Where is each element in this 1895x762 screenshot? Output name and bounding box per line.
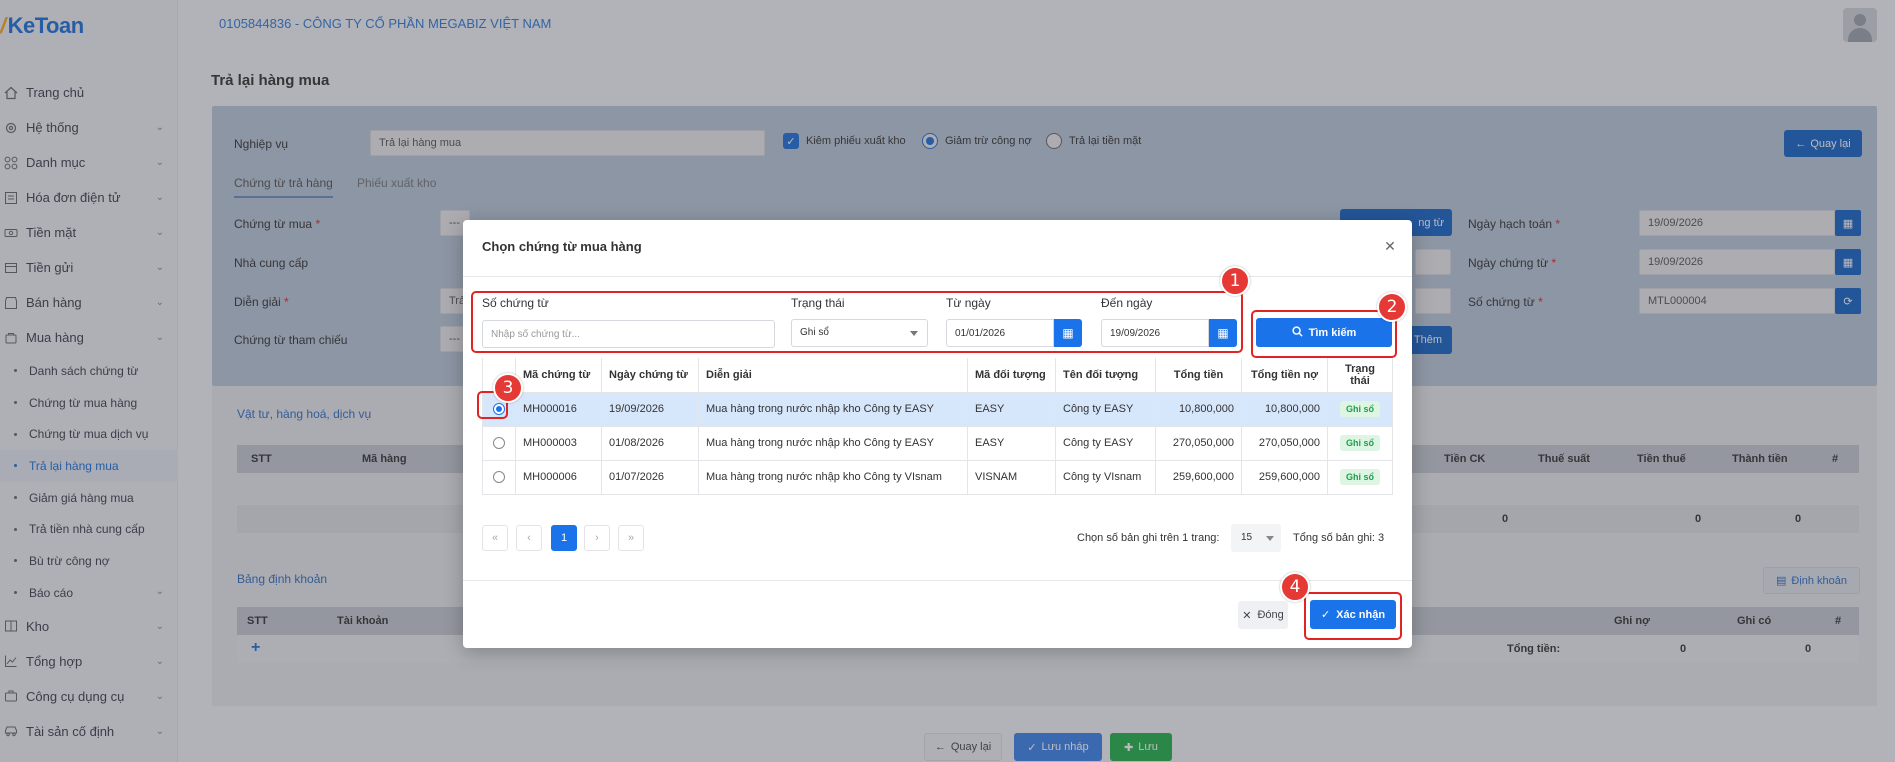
total-records-label: Tổng số bản ghi: [1293, 532, 1375, 544]
col-tong-tien: Tổng tiền [1155, 358, 1242, 393]
table-row[interactable]: MH000016 19/09/2026 Mua hàng trong nước … [482, 392, 1393, 427]
cell-ten-dt: Công ty EASY [1055, 392, 1156, 427]
modal-title: Chọn chứng từ mua hàng [482, 239, 642, 254]
total-records: Tổng số bản ghi: 3 [1293, 532, 1384, 544]
cell-ma-dt: VISNAM [967, 460, 1056, 495]
row-radio[interactable] [493, 437, 505, 450]
table-row[interactable]: MH000003 01/08/2026 Mua hàng trong nước … [482, 426, 1393, 461]
cell-ngay: 19/09/2026 [601, 392, 699, 427]
annotation-marker-1: 1 [1220, 266, 1250, 296]
col-ma-doi-tuong: Mã đối tượng [967, 358, 1056, 393]
total-records-value: 3 [1378, 532, 1385, 544]
cell-trang-thai: Ghi sổ [1327, 426, 1393, 461]
first-page-button[interactable]: « [482, 525, 508, 551]
cell-tong: 10,800,000 [1155, 392, 1242, 427]
cell-dien-giai: Mua hàng trong nước nhập kho Công ty EAS… [698, 392, 968, 427]
cell-ma: MH000006 [515, 460, 602, 495]
caret-down-icon [1266, 536, 1274, 541]
cell-no: 259,600,000 [1241, 460, 1328, 495]
select-voucher-modal: Chọn chứng từ mua hàng ✕ Số chứng từ Nhậ… [463, 220, 1412, 648]
annotation-marker-4: 4 [1280, 572, 1310, 602]
row-select-cell[interactable] [482, 426, 516, 461]
cell-ma-dt: EASY [967, 426, 1056, 461]
status-badge: Ghi sổ [1339, 401, 1380, 417]
annotation-box-confirm [1304, 592, 1402, 640]
close-button-label: Đóng [1257, 609, 1284, 621]
col-tong-tien-no: Tổng tiền nợ [1241, 358, 1328, 393]
row-radio[interactable] [493, 471, 505, 484]
cell-ten-dt: Công ty VIsnam [1055, 460, 1156, 495]
col-dien-giai: Diễn giải [698, 358, 968, 393]
next-page-button[interactable]: › [584, 525, 610, 551]
modal-footer-divider [463, 580, 1412, 581]
status-badge: Ghi sổ [1339, 469, 1380, 485]
col-ngay-chung-tu: Ngày chứng từ [601, 358, 699, 393]
voucher-table: Mã chứng từ Ngày chứng từ Diễn giải Mã đ… [482, 358, 1393, 495]
voucher-table-header: Mã chứng từ Ngày chứng từ Diễn giải Mã đ… [482, 358, 1393, 393]
cell-tong: 270,050,000 [1155, 426, 1242, 461]
cell-trang-thai: Ghi sổ [1327, 392, 1393, 427]
modal-divider [463, 276, 1412, 277]
cell-no: 10,800,000 [1241, 392, 1328, 427]
cell-tong: 259,600,000 [1155, 460, 1242, 495]
cell-ngay: 01/08/2026 [601, 426, 699, 461]
per-page-label: Chọn số bản ghi trên 1 trang: [1077, 532, 1220, 544]
status-badge: Ghi sổ [1339, 435, 1380, 451]
cell-dien-giai: Mua hàng trong nước nhập kho Công ty VIs… [698, 460, 968, 495]
prev-page-button[interactable]: ‹ [516, 525, 542, 551]
col-ma-chung-tu: Mã chứng từ [515, 358, 602, 393]
annotation-box-filters [471, 291, 1243, 353]
cell-ngay: 01/07/2026 [601, 460, 699, 495]
annotation-marker-2: 2 [1377, 292, 1407, 322]
last-page-button[interactable]: » [618, 525, 644, 551]
page-button[interactable]: 1 [551, 525, 577, 551]
annotation-marker-3: 3 [493, 373, 523, 403]
per-page-select[interactable]: 15 [1231, 524, 1281, 552]
col-trang-thai: Trạng thái [1327, 358, 1393, 393]
per-page-value: 15 [1241, 532, 1253, 543]
table-row[interactable]: MH000006 01/07/2026 Mua hàng trong nước … [482, 460, 1393, 495]
col-ten-doi-tuong: Tên đối tượng [1055, 358, 1156, 393]
cell-ma: MH000016 [515, 392, 602, 427]
cell-trang-thai: Ghi sổ [1327, 460, 1393, 495]
cell-ma-dt: EASY [967, 392, 1056, 427]
cell-no: 270,050,000 [1241, 426, 1328, 461]
close-icon: ✕ [1242, 609, 1252, 622]
cell-ten-dt: Công ty EASY [1055, 426, 1156, 461]
annotation-box-search [1251, 310, 1397, 358]
row-select-cell[interactable] [482, 460, 516, 495]
cell-dien-giai: Mua hàng trong nước nhập kho Công ty EAS… [698, 426, 968, 461]
cell-ma: MH000003 [515, 426, 602, 461]
close-button[interactable]: ✕ Đóng [1238, 601, 1288, 629]
close-icon[interactable]: ✕ [1382, 238, 1398, 254]
